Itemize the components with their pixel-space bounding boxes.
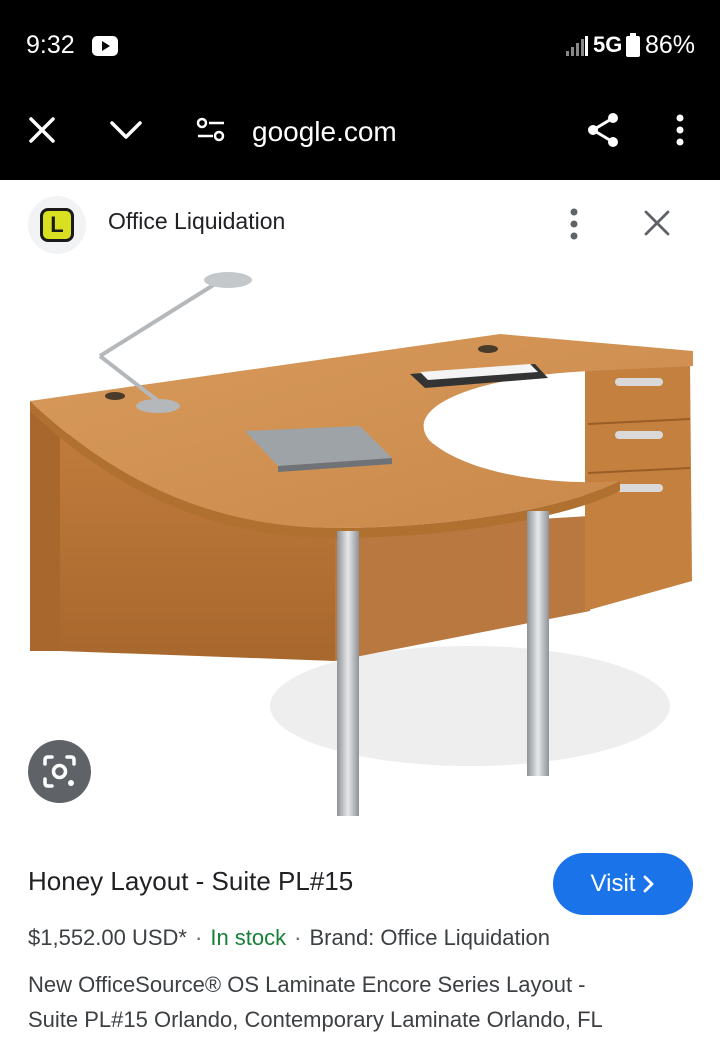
description-line: Suite PL#15 Orlando, Contemporary Lamina… — [28, 1007, 603, 1032]
status-bar: 9:32 5G 86% — [0, 0, 720, 92]
product-image[interactable] — [0, 266, 720, 832]
visit-button[interactable]: Visit — [553, 853, 693, 915]
site-favicon[interactable]: L — [28, 196, 86, 254]
browser-toolbar: google.com — [0, 92, 720, 180]
separator: · — [294, 925, 302, 950]
url-text[interactable]: google.com — [252, 116, 397, 148]
chevron-right-icon — [644, 875, 654, 893]
signal-icon — [566, 36, 588, 56]
page-info-icon[interactable] — [196, 116, 226, 144]
more-vert-icon[interactable] — [674, 114, 686, 146]
favicon-letter: L — [40, 208, 74, 242]
share-icon[interactable] — [586, 112, 622, 148]
close-icon[interactable] — [28, 116, 56, 144]
description-line: New OfficeSource® OS Laminate Encore Ser… — [28, 972, 586, 997]
lens-search-button[interactable] — [28, 740, 91, 803]
youtube-icon — [92, 36, 118, 56]
stock-status: In stock — [210, 925, 287, 950]
separator: · — [195, 925, 203, 950]
price: $1,552.00 USD* — [28, 925, 187, 950]
product-description: New OfficeSource® OS Laminate Encore Ser… — [28, 967, 698, 1037]
status-time: 9:32 — [26, 31, 75, 59]
more-vert-icon[interactable] — [562, 206, 586, 242]
battery-percent: 86% — [645, 31, 696, 59]
brand: Brand: Office Liquidation — [309, 925, 550, 950]
product-meta: $1,552.00 USD* · In stock · Brand: Office Li… — [28, 925, 550, 951]
close-icon[interactable] — [642, 208, 672, 238]
lens-icon — [43, 755, 76, 788]
network-type: 5G — [593, 32, 623, 57]
visit-label: Visit — [590, 870, 636, 897]
source-name[interactable]: Office Liquidation — [108, 208, 285, 235]
chevron-down-icon[interactable] — [108, 118, 144, 142]
source-header: L Office Liquidation — [0, 180, 720, 266]
desk-illustration — [30, 272, 693, 816]
battery-icon — [626, 33, 640, 57]
product-title[interactable]: Honey Layout - Suite PL#15 — [28, 866, 353, 897]
